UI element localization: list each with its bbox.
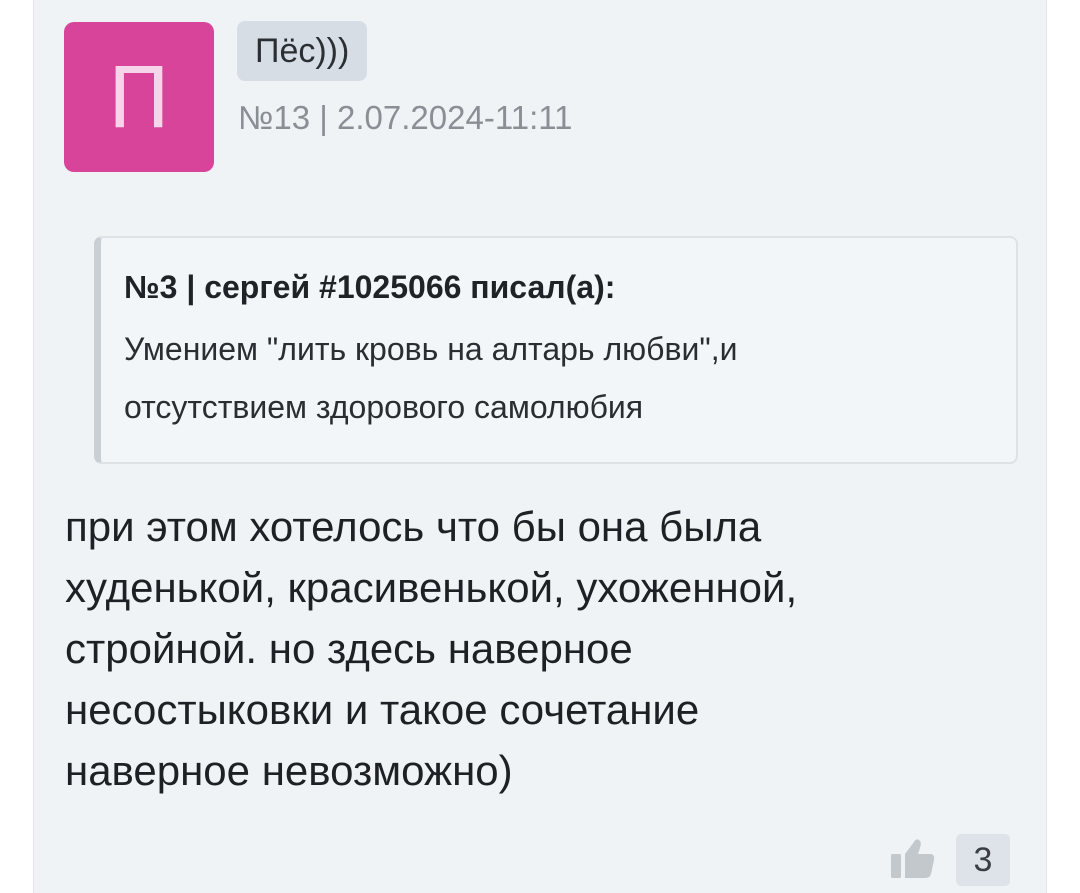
quote-text: Умением "лить кровь на алтарь любви",и о…	[124, 320, 992, 436]
message-body: при этом хотелось что бы она была худень…	[65, 496, 1025, 801]
comment-card: П Пёс))) №13 | 2.07.2024-11:11 №3 | серг…	[33, 0, 1047, 893]
author-name-button[interactable]: Пёс)))	[237, 21, 368, 81]
quote-block: №3 | сергей #1025066 писал(а): Умением "…	[94, 236, 1018, 464]
message-line: при этом хотелось что бы она была	[65, 503, 762, 550]
message-line: несостыковки и такое сочетание	[65, 686, 700, 733]
like-count: 3	[956, 834, 1010, 886]
post-meta: №13 | 2.07.2024-11:11	[238, 99, 573, 136]
quote-line: Умением "лить кровь на алтарь любви",и	[124, 331, 738, 367]
message-line: наверное невозможно)	[65, 747, 513, 794]
quote-header: №3 | сергей #1025066 писал(а):	[124, 269, 616, 305]
page: П Пёс))) №13 | 2.07.2024-11:11 №3 | серг…	[0, 0, 1080, 893]
avatar-letter: П	[107, 49, 171, 147]
thumbs-up-icon[interactable]	[888, 832, 938, 882]
message-line: стройной. но здесь наверное	[65, 625, 633, 672]
quote-line: отсутствием здорового самолюбия	[124, 389, 644, 425]
avatar[interactable]: П	[64, 22, 214, 172]
message-line: худенькой, красивенькой, ухоженной,	[65, 564, 798, 611]
